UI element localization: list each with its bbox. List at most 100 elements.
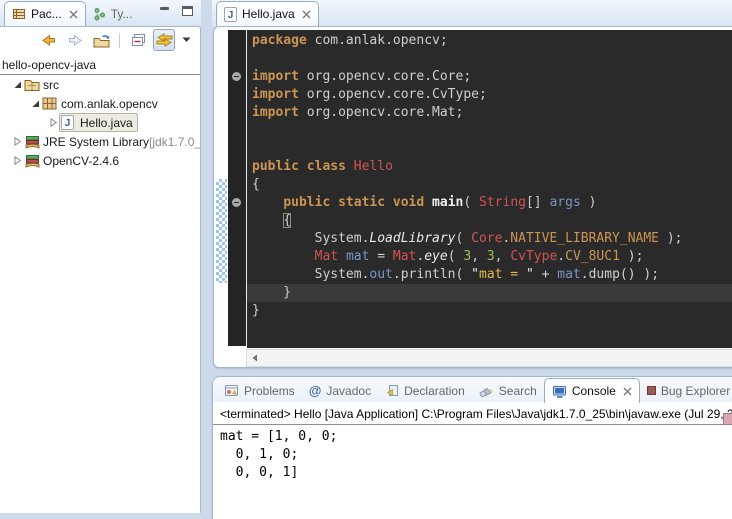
package-icon	[42, 97, 61, 110]
code-token-type: Hello	[354, 159, 393, 174]
view-tab-pac[interactable]: Pac...	[4, 1, 86, 26]
code-token-var: args	[549, 195, 580, 210]
fold-collapse-icon[interactable]	[232, 198, 241, 207]
code-line[interactable]: package com.anlak.opencv;	[252, 32, 732, 50]
console-icon	[552, 385, 567, 398]
link-with-editor-icon[interactable]	[153, 29, 175, 51]
code-token-meth: eye	[424, 249, 447, 264]
code-line-current[interactable]: }	[247, 284, 732, 302]
tree-collapsed-icon[interactable]	[46, 118, 60, 127]
console-output[interactable]: mat = [1, 0, 0; 0, 1, 0; 0, 0, 1]	[213, 425, 732, 482]
console-tab-bug-explorer[interactable]: Bug Explorer	[640, 379, 732, 402]
code-token-pl: ,	[471, 249, 487, 264]
code-editor[interactable]: package com.anlak.opencv; import org.open…	[246, 30, 732, 348]
code-line[interactable]	[252, 50, 732, 68]
tree-item-label: hello-opencv-java	[2, 58, 96, 72]
fold-collapse-icon[interactable]	[232, 72, 241, 81]
up-icon[interactable]	[90, 29, 112, 51]
code-token-pl: System.	[252, 231, 369, 246]
code-line[interactable]: public class Hello	[252, 158, 732, 176]
tree-collapsed-icon[interactable]	[10, 156, 24, 165]
code-token-type: Core	[471, 231, 502, 246]
bug-icon	[647, 386, 656, 395]
tree-item-jre-system-library[interactable]: JRE System Library [jdk1.7.0_25]	[0, 132, 200, 151]
code-line[interactable]: System.out.println( "mat = " + mat.dump(…	[252, 266, 732, 284]
close-icon[interactable]	[302, 10, 311, 19]
tree-expanded-icon[interactable]	[28, 99, 42, 108]
tree-collapsed-icon[interactable]	[10, 137, 24, 146]
code-token-pl: =	[369, 249, 392, 264]
tab-label: Hello.java	[242, 7, 295, 21]
code-token-main: main	[432, 195, 463, 210]
code-token-num: 3	[463, 249, 471, 264]
code-line[interactable]	[252, 122, 732, 140]
minimize-icon[interactable]	[160, 6, 170, 16]
horizontal-scrollbar[interactable]	[246, 349, 732, 367]
console-tab-console[interactable]: Console	[544, 378, 640, 403]
tab-label: Javadoc	[326, 384, 371, 398]
view-tab-ty[interactable]: Ty...	[86, 2, 140, 26]
code-line[interactable]: System.LoadLibrary( Core.NATIVE_LIBRARY_…	[252, 230, 732, 248]
view-menu-icon[interactable]	[179, 29, 195, 51]
forward-icon[interactable]	[64, 29, 86, 51]
code-line[interactable]: {	[252, 176, 732, 194]
code-token-type: Mat	[315, 249, 338, 264]
code-line[interactable]: import org.opencv.core.CvType;	[252, 86, 732, 104]
tree-item-hello-opencv-java[interactable]: hello-opencv-java	[0, 55, 200, 75]
console-tab-search[interactable]: Search	[472, 379, 544, 402]
code-line[interactable]: import org.opencv.core.Mat;	[252, 104, 732, 122]
code-line[interactable]: {	[252, 212, 732, 230]
maximize-icon[interactable]	[182, 6, 193, 16]
code-token-type: Mat	[393, 249, 416, 264]
code-token-kw: void	[393, 195, 424, 210]
code-token-pl	[346, 159, 354, 174]
code-token-pl: ,	[495, 249, 511, 264]
tab-label: Problems	[244, 384, 295, 398]
library-icon	[24, 154, 43, 168]
back-icon[interactable]	[38, 29, 60, 51]
svg-text:J: J	[65, 118, 71, 129]
collapse-all-icon[interactable]	[127, 29, 149, 51]
folding-ruler[interactable]	[228, 30, 246, 346]
tree-item-content: JRE System Library [jdk1.7.0_25]	[24, 135, 200, 149]
code-line[interactable]	[252, 140, 732, 158]
pin-console-icon[interactable]	[723, 413, 732, 428]
java-file-icon: J	[224, 7, 237, 22]
code-token-meth: LoadLibrary	[369, 231, 455, 246]
code-token-pl: (	[448, 249, 464, 264]
tree-item-com-anlak-opencv[interactable]: com.anlak.opencv	[0, 94, 200, 113]
declaration-icon	[385, 384, 399, 397]
tree-item-src[interactable]: src	[0, 75, 200, 94]
code-line[interactable]: Mat mat = Mat.eye( 3, 3, CvType.CV_8UC1 …	[252, 248, 732, 266]
tree-item-hello-java[interactable]: JHello.java	[0, 113, 200, 132]
tree-item-content: OpenCV-2.4.6	[24, 154, 119, 168]
code-token-pl: );	[620, 249, 643, 264]
type-hierarchy-icon	[93, 7, 106, 21]
tab-label: Pac...	[31, 7, 62, 21]
javadoc-icon: @	[309, 384, 322, 397]
close-icon[interactable]	[623, 387, 632, 396]
code-line[interactable]: }	[252, 302, 732, 320]
scroll-left-icon[interactable]	[247, 351, 263, 365]
console-tab-declaration[interactable]: Declaration	[378, 379, 472, 402]
close-icon[interactable]	[69, 10, 78, 19]
code-token-kw: public	[252, 159, 299, 174]
code-token-str: mat =	[479, 267, 526, 282]
tree-item-label: JRE System Library	[43, 135, 149, 149]
package-explorer-tree[interactable]: hello-opencv-java srccom.anlak.opencvJHel…	[0, 55, 200, 170]
tree-item-opencv-2-4-6[interactable]: OpenCV-2.4.6	[0, 151, 200, 170]
editor-tab-hello-java[interactable]: J Hello.java	[216, 1, 319, 26]
tab-label: Search	[499, 384, 537, 398]
tab-label: Console	[572, 384, 616, 398]
code-token-kw: import	[252, 69, 299, 84]
tree-expanded-icon[interactable]	[10, 80, 24, 89]
code-line[interactable]: public static void main( String[] args )	[252, 194, 732, 212]
package-folder-icon	[24, 78, 43, 91]
console-tab-javadoc[interactable]: @ Javadoc	[302, 379, 378, 402]
code-line[interactable]: import org.opencv.core.Core;	[252, 68, 732, 86]
package-explorer-icon	[12, 7, 26, 21]
code-token-var: mat	[346, 249, 369, 264]
tree-item-suffix: [jdk1.7.0_25]	[149, 135, 200, 149]
console-tab-problems[interactable]: Problems	[217, 379, 302, 402]
code-token-num: 3	[487, 249, 495, 264]
